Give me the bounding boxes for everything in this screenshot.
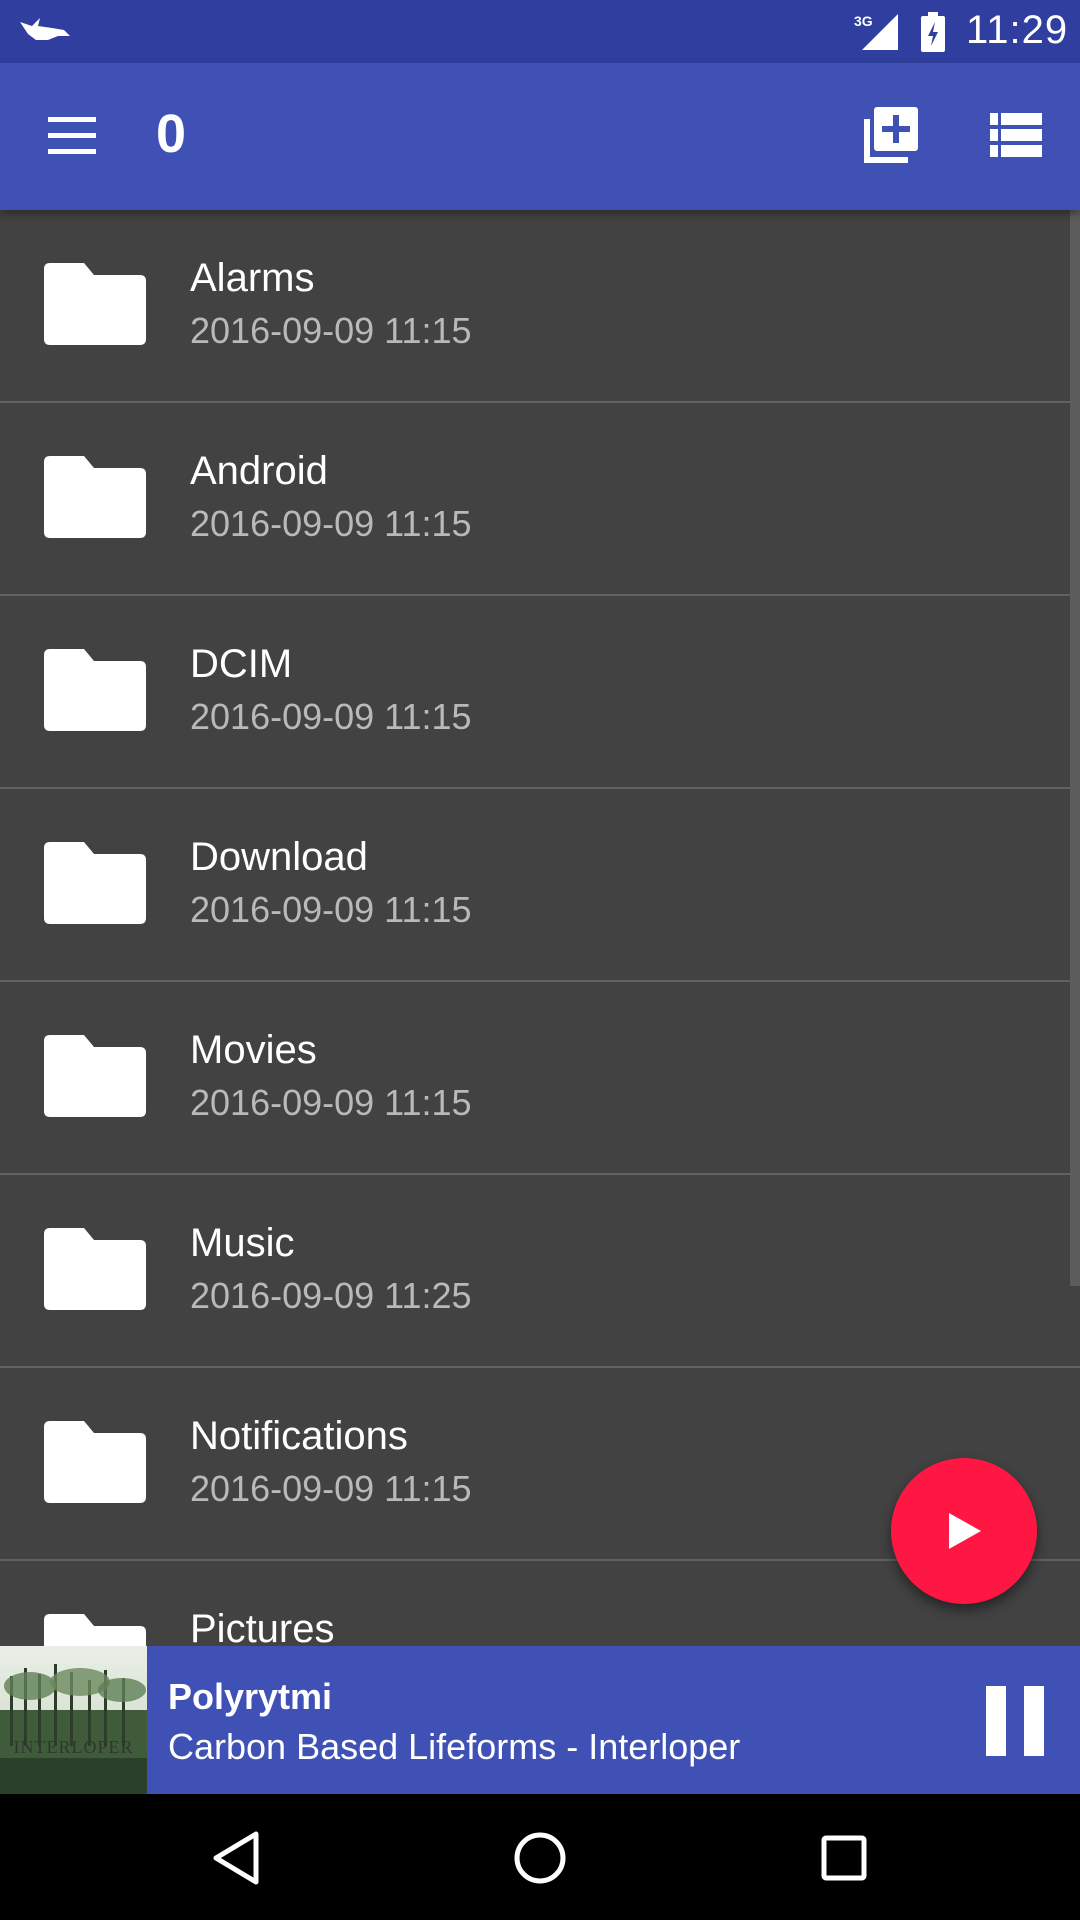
- play-icon: [949, 1513, 981, 1549]
- add-library-icon[interactable]: [858, 105, 922, 169]
- file-name: Download: [190, 835, 368, 879]
- file-name: Android: [190, 449, 328, 493]
- file-name: Pictures: [190, 1607, 335, 1646]
- play-button[interactable]: [891, 1458, 1037, 1604]
- list-item[interactable]: DCIM 2016-09-09 11:15: [0, 596, 1080, 789]
- file-date: 2016-09-09 11:15: [190, 696, 472, 737]
- battery-icon: [921, 12, 945, 52]
- file-date: 2016-09-09 11:15: [190, 1082, 472, 1123]
- home-icon[interactable]: [508, 1826, 572, 1890]
- file-name: Notifications: [190, 1414, 408, 1458]
- file-name: Music: [190, 1221, 295, 1265]
- folder-icon: [44, 649, 146, 731]
- track-title: Polyrytmi: [168, 1676, 333, 1717]
- album-art[interactable]: INTERLOPER: [0, 1646, 147, 1794]
- list-item[interactable]: Alarms 2016-09-09 11:15: [0, 210, 1080, 403]
- pause-icon[interactable]: [980, 1682, 1052, 1758]
- status-time: 11:29: [966, 8, 1069, 52]
- album-art-text: INTERLOPER: [13, 1737, 134, 1757]
- app-bar: 0: [0, 63, 1080, 210]
- list-item[interactable]: Movies 2016-09-09 11:15: [0, 982, 1080, 1175]
- file-date: 2016-09-09 11:15: [190, 503, 472, 544]
- file-date: 2016-09-09 11:15: [190, 889, 472, 930]
- file-list: Alarms 2016-09-09 11:15 Android 2016-09-…: [0, 210, 1080, 1646]
- scrollbar[interactable]: [1070, 210, 1080, 1286]
- folder-icon: [44, 263, 146, 345]
- folder-icon: [44, 456, 146, 538]
- folder-icon: [44, 1035, 146, 1117]
- recents-icon[interactable]: [812, 1826, 876, 1890]
- list-item[interactable]: Download 2016-09-09 11:15: [0, 789, 1080, 982]
- list-item[interactable]: Music 2016-09-09 11:25: [0, 1175, 1080, 1368]
- menu-icon[interactable]: [40, 113, 104, 159]
- file-name: Alarms: [190, 256, 315, 300]
- file-date: 2016-09-09 11:15: [190, 310, 472, 351]
- page-title: 0: [156, 104, 187, 164]
- view-list-icon[interactable]: [988, 111, 1044, 159]
- file-date: 2016-09-09 11:25: [190, 1275, 472, 1316]
- file-date: 2016-09-09 11:15: [190, 1468, 472, 1509]
- folder-icon: [44, 1421, 146, 1503]
- track-artist: Carbon Based Lifeforms - Interloper: [168, 1726, 741, 1767]
- file-name: DCIM: [190, 642, 293, 686]
- back-icon[interactable]: [204, 1826, 268, 1890]
- signal-icon: 3G: [854, 13, 898, 50]
- folder-icon: [44, 1228, 146, 1310]
- file-name: Movies: [190, 1028, 317, 1072]
- navigation-bar: [0, 1794, 1080, 1920]
- status-bar: 3G 11:29: [0, 0, 1080, 63]
- notification-bird-icon: [20, 18, 70, 40]
- list-item[interactable]: Android 2016-09-09 11:15: [0, 403, 1080, 596]
- network-type-label: 3G: [854, 13, 873, 29]
- folder-icon: [44, 1614, 146, 1646]
- album-art-image: [0, 1646, 147, 1794]
- now-playing-bar[interactable]: INTERLOPER Polyrytmi Carbon Based Lifefo…: [0, 1646, 1080, 1794]
- folder-icon: [44, 842, 146, 924]
